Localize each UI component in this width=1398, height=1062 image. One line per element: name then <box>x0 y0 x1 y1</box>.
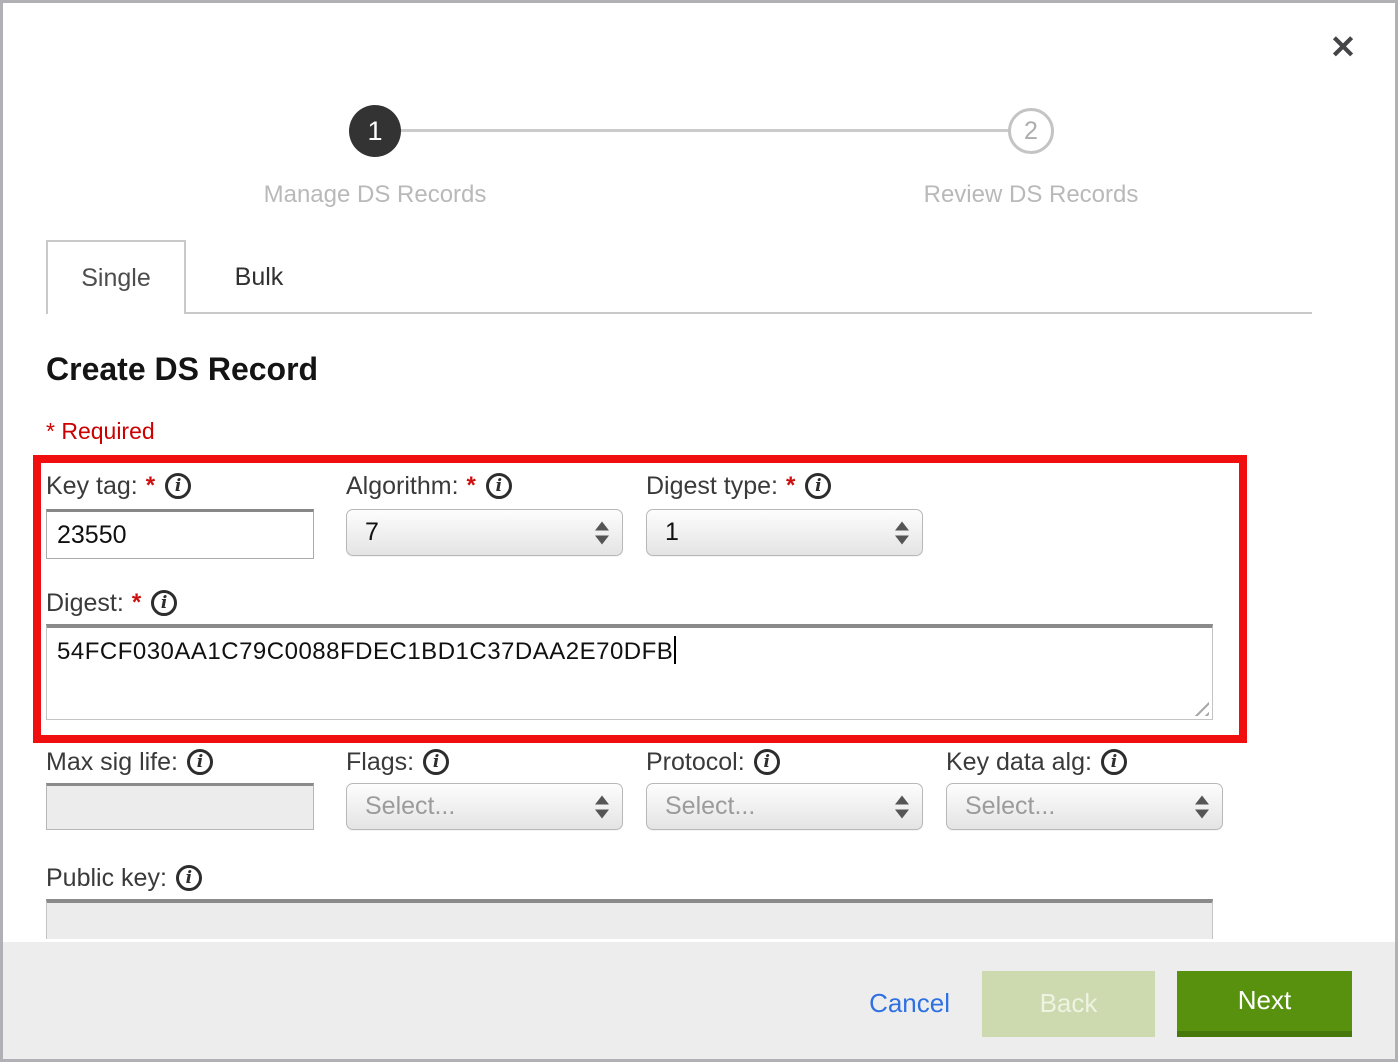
cancel-button[interactable]: Cancel <box>859 988 960 1019</box>
digest-type-select[interactable]: 1 <box>646 509 923 556</box>
public-key-label: Public key: i <box>46 861 202 895</box>
select-arrows-icon <box>595 521 609 544</box>
info-icon[interactable]: i <box>176 865 202 891</box>
select-arrows-icon <box>1195 795 1209 818</box>
key-tag-input[interactable]: 23550 <box>46 509 314 559</box>
text-caret <box>674 636 676 664</box>
max-sig-life-label: Max sig life: i <box>46 745 213 779</box>
info-icon[interactable]: i <box>187 749 213 775</box>
algorithm-label-text: Algorithm: <box>346 472 459 501</box>
key-data-alg-select-value: Select... <box>965 792 1055 821</box>
digest-label: Digest: * i <box>46 586 177 620</box>
public-key-label-text: Public key: <box>46 864 167 893</box>
digest-value: 54FCF030AA1C79C0088FDEC1BD1C37DAA2E70DFB <box>57 638 673 665</box>
key-tag-label-text: Key tag: <box>46 472 138 501</box>
next-button[interactable]: Next <box>1177 971 1352 1037</box>
required-asterisk: * <box>132 589 141 617</box>
digest-type-select-value: 1 <box>665 518 679 547</box>
select-arrows-icon <box>895 521 909 544</box>
key-data-alg-label-text: Key data alg: <box>946 748 1092 777</box>
digest-label-text: Digest: <box>46 589 124 618</box>
info-icon[interactable]: i <box>1101 749 1127 775</box>
digest-type-label-text: Digest type: <box>646 472 778 501</box>
info-icon[interactable]: i <box>165 473 191 499</box>
info-icon[interactable]: i <box>486 473 512 499</box>
key-data-alg-label: Key data alg: i <box>946 745 1127 779</box>
required-asterisk: * <box>467 472 476 500</box>
required-note: * Required <box>46 418 155 445</box>
stepper-connector <box>383 129 1013 132</box>
info-icon[interactable]: i <box>423 749 449 775</box>
stepper-step-1-circle: 1 <box>349 105 401 157</box>
info-icon[interactable]: i <box>754 749 780 775</box>
flags-label-text: Flags: <box>346 748 414 777</box>
select-arrows-icon <box>595 795 609 818</box>
stepper-step-2-label: Review DS Records <box>856 181 1206 209</box>
key-tag-label: Key tag: * i <box>46 469 191 503</box>
digest-type-label: Digest type: * i <box>646 469 831 503</box>
public-key-textarea[interactable] <box>46 899 1213 939</box>
required-asterisk: * <box>786 472 795 500</box>
resize-handle-icon[interactable] <box>1192 699 1209 716</box>
back-button[interactable]: Back <box>982 971 1155 1037</box>
required-asterisk: * <box>146 472 155 500</box>
protocol-select[interactable]: Select... <box>646 783 923 830</box>
stepper-step-1-label: Manage DS Records <box>200 181 550 209</box>
page-title: Create DS Record <box>46 351 318 388</box>
algorithm-select[interactable]: 7 <box>346 509 623 556</box>
flags-label: Flags: i <box>346 745 449 779</box>
create-ds-record-modal: ✕ 1 2 Manage DS Records Review DS Record… <box>0 0 1398 1062</box>
stepper-step-2-circle: 2 <box>1008 108 1054 154</box>
flags-select[interactable]: Select... <box>346 783 623 830</box>
protocol-label: Protocol: i <box>646 745 780 779</box>
max-sig-life-input[interactable] <box>46 783 314 830</box>
algorithm-select-value: 7 <box>365 518 379 547</box>
protocol-select-value: Select... <box>665 792 755 821</box>
tab-single[interactable]: Single <box>46 240 186 314</box>
flags-select-value: Select... <box>365 792 455 821</box>
close-icon[interactable]: ✕ <box>1321 25 1365 69</box>
key-data-alg-select[interactable]: Select... <box>946 783 1223 830</box>
algorithm-label: Algorithm: * i <box>346 469 512 503</box>
info-icon[interactable]: i <box>151 590 177 616</box>
tab-bar-divider <box>186 312 1312 314</box>
select-arrows-icon <box>895 795 909 818</box>
modal-footer: Cancel Back Next <box>3 942 1395 1062</box>
protocol-label-text: Protocol: <box>646 748 745 777</box>
tab-bulk[interactable]: Bulk <box>186 240 332 314</box>
info-icon[interactable]: i <box>805 473 831 499</box>
max-sig-life-label-text: Max sig life: <box>46 748 178 777</box>
digest-textarea[interactable]: 54FCF030AA1C79C0088FDEC1BD1C37DAA2E70DFB <box>46 624 1213 720</box>
